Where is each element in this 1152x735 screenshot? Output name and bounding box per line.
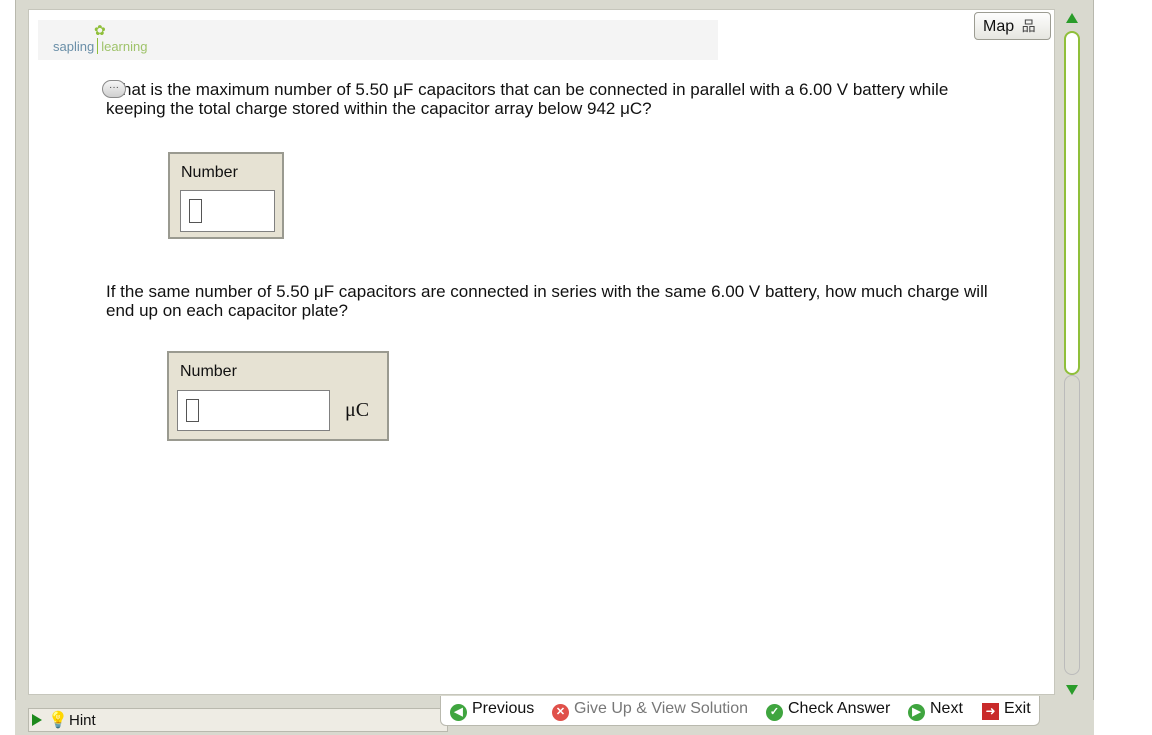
answer-label: Number [181,164,238,181]
check-answer-button[interactable]: ✓ Check Answer [766,700,890,721]
sitemap-icon: 品 [1021,18,1036,34]
play-arrow-icon [32,714,42,726]
logo-text-learning: learning [101,39,148,54]
hint-button[interactable]: 💡 Hint [28,708,448,732]
give-up-x-icon: ✕ [552,704,569,721]
hint-label: Hint [69,712,96,729]
next-arrow-icon: ▶ [908,704,925,721]
check-answer-label: Check Answer [788,700,891,717]
action-bar: ◀ Previous ✕ Give Up & View Solution ✓ Chec… [440,696,1040,726]
exit-button[interactable]: ➜ Exit [982,700,1031,720]
next-button[interactable]: ▶ Next [908,700,963,721]
previous-button[interactable]: ◀ Previous [450,700,534,721]
scroll-down-arrow-icon[interactable] [1066,685,1078,695]
logo-divider [97,38,99,54]
scrollbar-track[interactable] [1064,375,1080,675]
number-input-2[interactable] [177,390,330,431]
lightbulb-icon: 💡 [48,712,68,729]
logo-text-sapling: sapling [53,39,95,54]
exit-door-icon: ➜ [982,703,999,720]
sapling-logo: ✿ sapling learning [53,22,148,54]
answer-box-2: Number μC [167,351,389,441]
map-button[interactable]: Map 品 [974,12,1051,40]
number-input-1[interactable] [180,190,275,232]
comment-bubble-icon[interactable]: ··· [102,80,126,98]
scroll-up-arrow-icon[interactable] [1066,13,1078,23]
check-icon: ✓ [766,704,783,721]
give-up-button[interactable]: ✕ Give Up & View Solution [552,700,748,721]
question-1-text: What is the maximum number of 5.50 μF ca… [106,80,949,118]
vertical-scrollbar[interactable] [1062,9,1082,699]
map-button-label: Map [983,18,1015,35]
previous-label: Previous [472,700,535,717]
answer-box-1: Number [168,152,284,239]
sprout-icon: ✿ [94,22,106,38]
give-up-label: Give Up & View Solution [574,700,749,717]
next-label: Next [930,700,963,717]
exit-label: Exit [1004,700,1031,717]
text-caret [189,199,202,223]
unit-label: μC [345,399,370,421]
previous-arrow-icon: ◀ [450,704,467,721]
question-2-text: If the same number of 5.50 μF capacitors… [106,282,988,320]
scrollbar-thumb[interactable] [1064,31,1080,375]
answer-label: Number [180,363,237,380]
text-caret [186,399,199,422]
